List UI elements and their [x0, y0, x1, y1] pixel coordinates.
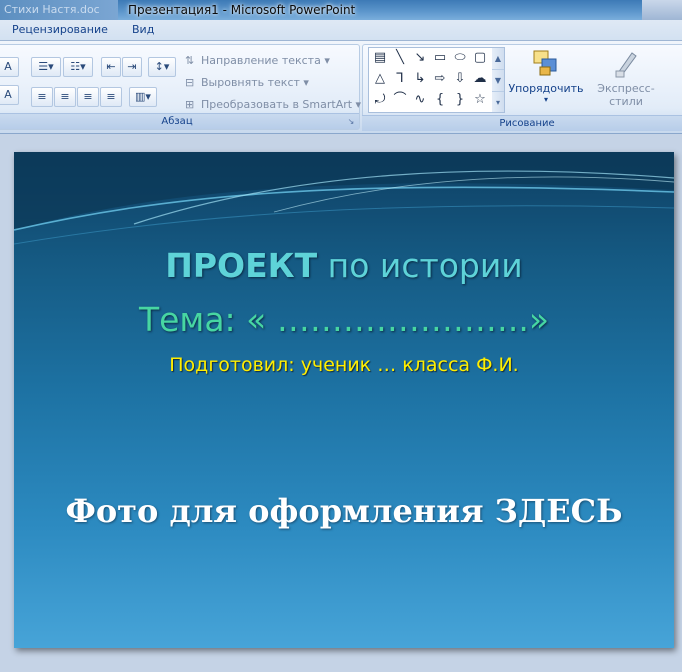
quick-styles-label: Экспресс-стили — [597, 82, 655, 108]
star-shape[interactable]: ☆ — [471, 91, 489, 109]
slide-title[interactable]: ПРОЕКТ по истории — [14, 246, 674, 285]
numbering-button[interactable]: ☷▾ — [63, 57, 93, 77]
align-text-icon: ⊟ — [185, 76, 195, 89]
quick-styles-icon — [615, 52, 637, 78]
columns-button[interactable]: ▥▾ — [129, 87, 157, 107]
arrange-label: Упорядочить — [508, 82, 584, 95]
increase-indent-button[interactable]: ⇥ — [122, 57, 142, 77]
gallery-more-icon[interactable]: ▾ — [492, 92, 504, 113]
ribbon-tabs: Рецензирование Вид — [0, 20, 682, 41]
align-left-button[interactable]: ≡ — [31, 87, 53, 107]
triangle-shape[interactable]: △ — [371, 70, 389, 88]
drawing-group-label: Рисование — [362, 115, 682, 131]
oval-shape[interactable]: ⬭ — [451, 49, 469, 67]
tab-review[interactable]: Рецензирование — [12, 23, 108, 36]
elbow-arrow-shape[interactable]: ↳ — [411, 70, 429, 88]
slide-author-line[interactable]: Подготовил: ученик … класса Ф.И. — [14, 354, 674, 376]
font-color-button[interactable]: A — [0, 85, 19, 105]
right-arrow-shape[interactable]: ⇨ — [431, 70, 449, 88]
line-spacing-button[interactable]: ↕▾ — [148, 57, 176, 77]
arrow-line-shape[interactable]: ↘ — [411, 49, 429, 67]
justify-button[interactable]: ≡ — [100, 87, 122, 107]
callout-shape[interactable]: ☁ — [471, 70, 489, 88]
title-bar: Стихи Настя.doc Презентация1 - Microsoft… — [0, 0, 682, 20]
slide-photo-placeholder[interactable]: Фото для оформления ЗДЕСЬ — [14, 492, 674, 530]
curved-arrow-shape[interactable]: ⤾ — [371, 91, 389, 109]
align-right-button[interactable]: ≡ — [77, 87, 99, 107]
arc-shape[interactable]: ⌒ — [391, 91, 409, 109]
text-box-shape[interactable]: ▤ — [371, 49, 389, 67]
scroll-down-icon[interactable]: ▼ — [492, 70, 504, 92]
slide-theme-line[interactable]: Тема: « …………………..» — [14, 300, 674, 339]
clear-formatting-button[interactable]: A — [0, 57, 19, 77]
right-brace-shape[interactable]: } — [451, 91, 469, 109]
quick-styles-button[interactable]: Экспресс-стили — [584, 47, 668, 108]
shapes-gallery[interactable]: ▤ ╲ ↘ ▭ ⬭ ▢ △ ⅂ ↳ ⇨ ⇩ ☁ ⤾ ⌒ ∿ { } ☆ — [368, 47, 494, 113]
decrease-indent-button[interactable]: ⇤ — [101, 57, 121, 77]
convert-smartart-command[interactable]: ⊞ Преобразовать в SmartArt ▾ — [185, 98, 361, 111]
rectangle-shape[interactable]: ▭ — [431, 49, 449, 67]
arrange-icon — [533, 50, 557, 76]
shapes-scrollbar[interactable]: ▲ ▼ ▾ — [492, 47, 505, 113]
background-window-title: Стихи Настя.doc — [0, 0, 118, 20]
paragraph-dialog-launcher[interactable]: ↘ — [346, 117, 356, 127]
smartart-icon: ⊞ — [185, 98, 195, 111]
ribbon: A A ☰▾ ☷▾ ⇤ ⇥ ↕▾ ≡ ≡ ≡ ≡ ▥▾ ⇅ Направление… — [0, 41, 682, 134]
text-direction-command[interactable]: ⇅ Направление текста ▾ — [185, 54, 330, 67]
scroll-up-icon[interactable]: ▲ — [492, 48, 504, 70]
elbow-connector-shape[interactable]: ⅂ — [391, 70, 409, 88]
down-arrow-shape[interactable]: ⇩ — [451, 70, 469, 88]
bullets-button[interactable]: ☰▾ — [31, 57, 61, 77]
text-direction-icon: ⇅ — [185, 54, 195, 67]
window-controls[interactable] — [642, 0, 682, 20]
rounded-rect-shape[interactable]: ▢ — [471, 49, 489, 67]
left-brace-shape[interactable]: { — [431, 91, 449, 109]
paragraph-group: A A ☰▾ ☷▾ ⇤ ⇥ ↕▾ ≡ ≡ ≡ ≡ ▥▾ ⇅ Направление… — [0, 44, 361, 130]
tab-view[interactable]: Вид — [132, 23, 154, 36]
line-shape[interactable]: ╲ — [391, 49, 409, 67]
align-text-command[interactable]: ⊟ Выровнять текст ▾ — [185, 76, 309, 89]
align-center-button[interactable]: ≡ — [54, 87, 76, 107]
paragraph-group-label: Абзац — [0, 113, 359, 129]
freeform-shape[interactable]: ∿ — [411, 91, 429, 109]
arrange-button[interactable]: Упорядочить ▾ — [508, 47, 584, 104]
slide-canvas[interactable]: ПРОЕКТ по истории Тема: « …………………..» Под… — [14, 152, 674, 648]
window-title: Презентация1 - Microsoft PowerPoint — [128, 3, 356, 17]
